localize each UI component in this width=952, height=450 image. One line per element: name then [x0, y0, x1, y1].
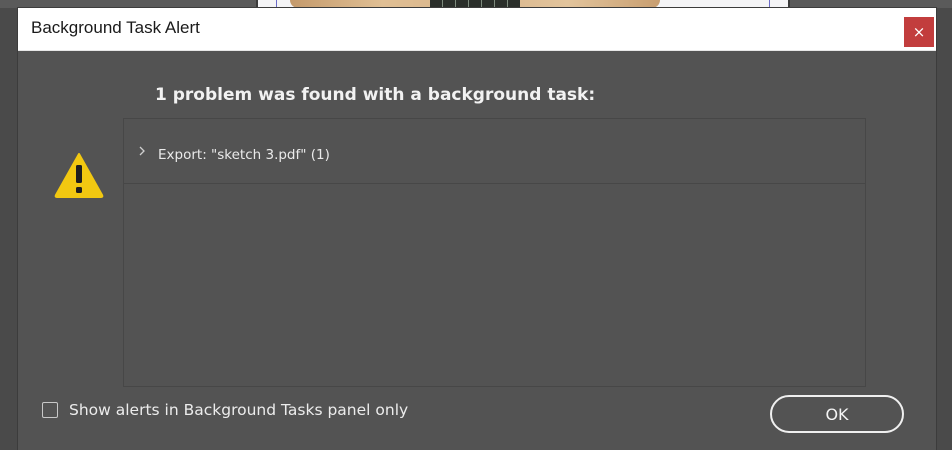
alert-headline: 1 problem was found with a background ta…: [155, 85, 596, 105]
background-guitar-neck: [430, 0, 520, 8]
close-button[interactable]: ×: [904, 17, 934, 47]
warning-icon: [54, 153, 104, 198]
problem-item-label: Export: "sketch 3.pdf" (1): [158, 147, 330, 163]
show-in-panel-only-checkbox[interactable]: [42, 402, 58, 418]
show-in-panel-only-option[interactable]: Show alerts in Background Tasks panel on…: [42, 401, 408, 419]
background-task-alert-dialog: Background Task Alert × 1 problem was fo…: [18, 8, 936, 450]
chevron-right-icon[interactable]: [137, 145, 147, 157]
dialog-title: Background Task Alert: [31, 18, 200, 37]
dialog-titlebar[interactable]: Background Task Alert ×: [18, 8, 936, 51]
show-in-panel-only-label[interactable]: Show alerts in Background Tasks panel on…: [69, 401, 408, 419]
problem-item[interactable]: Export: "sketch 3.pdf" (1): [124, 119, 865, 184]
ok-button[interactable]: OK: [770, 395, 904, 433]
close-icon: ×: [912, 23, 926, 41]
problems-list: Export: "sketch 3.pdf" (1): [123, 118, 866, 387]
